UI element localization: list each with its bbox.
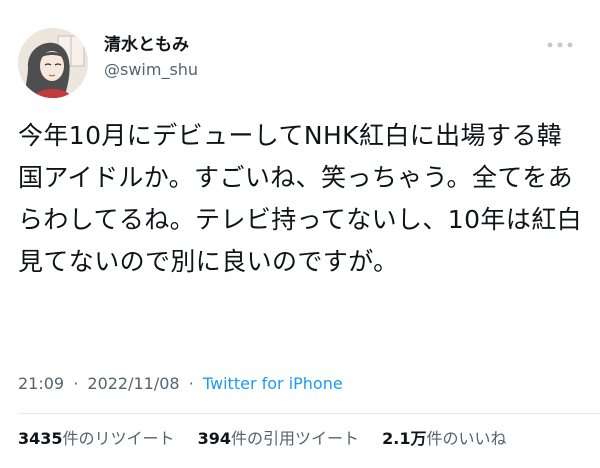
meta-separator: · [188, 374, 194, 393]
tweet-text: 今年10月にデビューしてNHK紅白に出場する韓国アイドルか。すごいね、笑っちゃう… [18, 121, 583, 276]
user-handle[interactable]: @swim_shu [104, 60, 198, 80]
display-name[interactable]: 清水ともみ [104, 34, 198, 56]
avatar[interactable] [18, 28, 88, 98]
more-horizontal-icon [547, 42, 573, 48]
like-count-number: 2.1 [382, 429, 411, 448]
quote-count-label: 件の引用ツイート [231, 429, 360, 448]
retweet-count[interactable]: 3435件のリツイート [18, 427, 175, 451]
tweet-date[interactable]: 2022/11/08 [87, 374, 179, 393]
tweet-metadata: 21:09 · 2022/11/08 · Twitter for iPhone [18, 373, 343, 395]
user-info[interactable]: 清水ともみ @swim_shu [104, 34, 198, 80]
avatar-illustration [18, 28, 88, 98]
like-count-unit: 万 [410, 429, 427, 448]
like-count-label: 件のいいね [426, 429, 507, 448]
tweet-time[interactable]: 21:09 [18, 374, 64, 393]
quote-tweet-count[interactable]: 394件の引用ツイート [198, 427, 359, 451]
retweet-count-number: 3435 [18, 429, 63, 448]
more-options-button[interactable] [540, 36, 580, 54]
like-count[interactable]: 2.1万件のいいね [382, 427, 506, 451]
tweet-card: 清水ともみ @swim_shu 今年10月にデビューしてNHK紅白に出場する韓国… [0, 0, 600, 468]
tweet-source-link[interactable]: Twitter for iPhone [203, 374, 343, 393]
meta-separator: · [73, 374, 79, 393]
retweet-count-label: 件のリツイート [62, 429, 175, 448]
tweet-stats: 3435件のリツイート 394件の引用ツイート 2.1万件のいいね [18, 427, 507, 451]
quote-count-number: 394 [197, 429, 232, 448]
divider [18, 413, 600, 414]
